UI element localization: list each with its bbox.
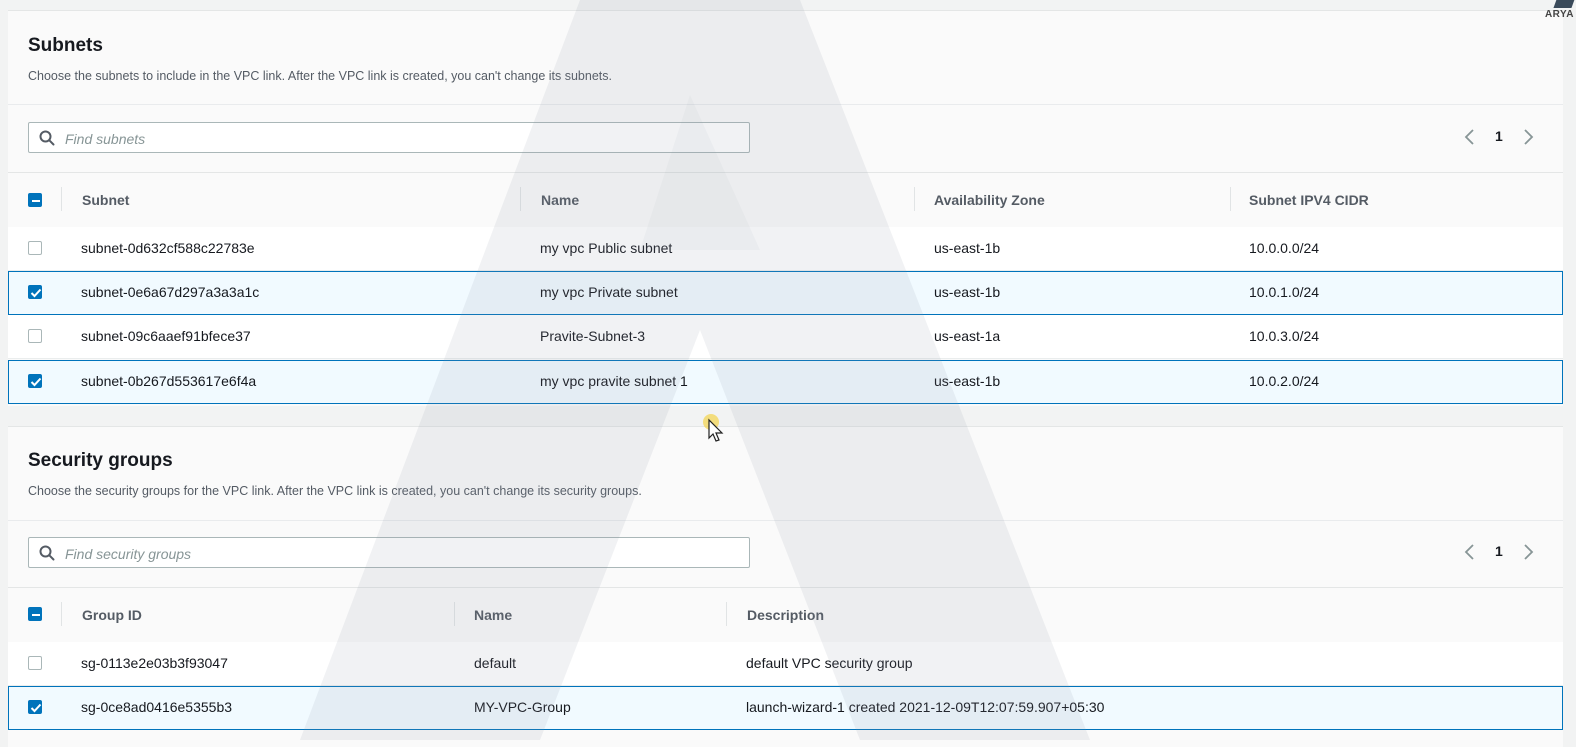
search-icon xyxy=(39,545,55,561)
group-description: default VPC security group xyxy=(746,655,913,671)
row-checkbox[interactable] xyxy=(28,374,42,388)
row-checkbox[interactable] xyxy=(28,241,42,255)
checkmark-icon xyxy=(30,377,42,387)
subnets-description: Choose the subnets to include in the VPC… xyxy=(28,69,612,83)
subnets-search-input[interactable] xyxy=(63,123,737,154)
row-checkbox[interactable] xyxy=(28,656,42,670)
column-separator xyxy=(454,602,455,626)
subnet-name: my vpc pravite subnet 1 xyxy=(540,373,688,389)
column-header-cidr[interactable]: Subnet IPV4 CIDR xyxy=(1249,192,1369,208)
availability-zone: us-east-1b xyxy=(934,373,1001,389)
subnet-cidr: 10.0.0.0/24 xyxy=(1249,240,1320,256)
column-separator xyxy=(61,187,62,211)
subnet-name: my vpc Public subnet xyxy=(540,240,673,256)
security-groups-title: Security groups xyxy=(28,450,173,471)
divider xyxy=(8,104,1563,105)
subnet-name: my vpc Private subnet xyxy=(540,284,678,300)
subnets-title: Subnets xyxy=(28,35,103,56)
security-groups-description: Choose the security groups for the VPC l… xyxy=(28,484,642,498)
table-row[interactable]: subnet-0b267d553617e6f4a my vpc pravite … xyxy=(8,360,1563,404)
corner-logo: ARYA xyxy=(1544,0,1576,22)
column-header-subnet[interactable]: Subnet xyxy=(82,192,129,208)
column-header-group-id[interactable]: Group ID xyxy=(82,607,142,623)
table-row[interactable]: subnet-0d632cf588c22783e my vpc Public s… xyxy=(8,227,1563,271)
subnet-name: Pravite-Subnet-3 xyxy=(540,328,646,344)
page-number[interactable]: 1 xyxy=(1495,543,1503,559)
checkmark-icon xyxy=(30,288,42,298)
security-groups-pagination: 1 xyxy=(1463,537,1543,568)
subnets-table-header: Subnet Name Availability Zone Subnet IPV… xyxy=(8,172,1563,228)
table-row[interactable]: subnet-09c6aaef91bfece37 Pravite-Subnet-… xyxy=(8,315,1563,359)
availability-zone: us-east-1a xyxy=(934,328,1001,344)
subnet-id: subnet-0b267d553617e6f4a xyxy=(81,373,257,389)
page-number[interactable]: 1 xyxy=(1495,128,1503,144)
column-header-availability-zone[interactable]: Availability Zone xyxy=(934,192,1045,208)
column-separator xyxy=(61,602,62,626)
row-checkbox[interactable] xyxy=(28,329,42,343)
subnets-panel: Subnets Choose the subnets to include in… xyxy=(8,10,1563,406)
security-groups-search-box[interactable] xyxy=(28,537,750,569)
column-header-name[interactable]: Name xyxy=(474,607,512,623)
select-all-checkbox[interactable] xyxy=(28,193,42,207)
chevron-right-icon[interactable] xyxy=(1521,544,1535,560)
column-separator xyxy=(520,187,521,211)
group-name: MY-VPC-Group xyxy=(474,699,571,715)
subnet-id: subnet-0d632cf588c22783e xyxy=(81,240,255,256)
chevron-right-icon[interactable] xyxy=(1521,129,1535,145)
divider xyxy=(8,520,1563,521)
subnet-cidr: 10.0.1.0/24 xyxy=(1249,284,1320,300)
logo-mark-icon xyxy=(1553,0,1576,8)
subnet-cidr: 10.0.2.0/24 xyxy=(1249,373,1320,389)
search-icon xyxy=(39,130,55,146)
chevron-left-icon[interactable] xyxy=(1463,129,1477,145)
table-row[interactable]: sg-0ce8ad0416e5355b3 MY-VPC-Group launch… xyxy=(8,686,1563,730)
column-separator xyxy=(726,602,727,626)
security-groups-panel: Security groups Choose the security grou… xyxy=(8,426,1563,747)
subnet-cidr: 10.0.3.0/24 xyxy=(1249,328,1320,344)
column-separator xyxy=(914,187,915,211)
security-groups-table-header: Group ID Name Description xyxy=(8,587,1563,643)
table-row[interactable]: subnet-0e6a67d297a3a3a1c my vpc Private … xyxy=(8,271,1563,315)
select-all-checkbox[interactable] xyxy=(28,607,42,621)
group-id: sg-0ce8ad0416e5355b3 xyxy=(81,699,233,715)
checkmark-icon xyxy=(30,703,42,713)
dash-icon xyxy=(32,614,40,616)
group-name: default xyxy=(474,655,517,671)
chevron-left-icon[interactable] xyxy=(1463,544,1477,560)
column-header-description[interactable]: Description xyxy=(747,607,824,623)
security-groups-search-input[interactable] xyxy=(63,538,737,569)
subnets-search-box[interactable] xyxy=(28,122,750,154)
subnet-id: subnet-0e6a67d297a3a3a1c xyxy=(81,284,260,300)
row-checkbox[interactable] xyxy=(28,700,42,714)
group-description: launch-wizard-1 created 2021-12-09T12:07… xyxy=(746,699,1105,715)
subnets-pagination: 1 xyxy=(1463,122,1543,153)
availability-zone: us-east-1b xyxy=(934,284,1001,300)
availability-zone: us-east-1b xyxy=(934,240,1001,256)
subnet-id: subnet-09c6aaef91bfece37 xyxy=(81,328,251,344)
column-separator xyxy=(1230,187,1231,211)
table-row[interactable]: sg-0113e2e03b3f93047 default default VPC… xyxy=(8,642,1563,686)
column-header-name[interactable]: Name xyxy=(541,192,579,208)
group-id: sg-0113e2e03b3f93047 xyxy=(81,655,228,671)
dash-icon xyxy=(32,200,40,202)
row-checkbox[interactable] xyxy=(28,285,42,299)
corner-logo-text: ARYA xyxy=(1544,9,1574,20)
